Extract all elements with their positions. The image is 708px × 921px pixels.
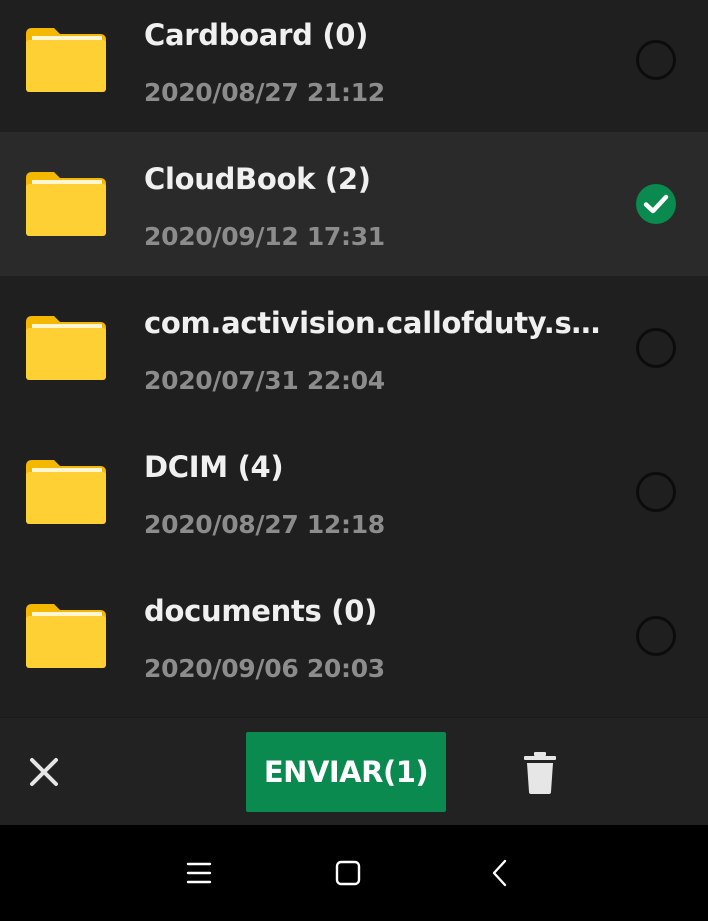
system-nav-bar xyxy=(0,825,708,921)
select-radio[interactable] xyxy=(636,616,676,656)
file-row[interactable]: documents (0) 2020/09/06 20:03 xyxy=(0,564,708,708)
file-row[interactable]: com.activision.callofduty.shoot... 2020/… xyxy=(0,276,708,420)
checked-icon[interactable] xyxy=(636,184,676,224)
folder-icon xyxy=(26,172,106,236)
back-icon[interactable] xyxy=(480,853,520,893)
folder-icon xyxy=(26,460,106,524)
home-icon[interactable] xyxy=(328,853,368,893)
file-list: Cardboard (0) 2020/08/27 21:12 CloudBook… xyxy=(0,0,708,717)
folder-name: com.activision.callofduty.shoot... xyxy=(144,306,614,340)
folder-name: DCIM (4) xyxy=(144,450,284,484)
select-radio[interactable] xyxy=(636,472,676,512)
folder-name: Cardboard (0) xyxy=(144,18,369,52)
send-button[interactable]: ENVIAR(1) xyxy=(246,732,446,812)
file-row[interactable]: Cardboard (0) 2020/08/27 21:12 xyxy=(0,0,708,132)
select-radio[interactable] xyxy=(636,40,676,80)
trash-icon[interactable] xyxy=(520,750,560,794)
file-row[interactable]: CloudBook (2) 2020/09/12 17:31 xyxy=(0,132,708,276)
folder-date: 2020/08/27 12:18 xyxy=(144,510,385,539)
folder-date: 2020/07/31 22:04 xyxy=(144,366,385,395)
folder-name: documents (0) xyxy=(144,594,378,628)
select-radio[interactable] xyxy=(636,328,676,368)
folder-name: CloudBook (2) xyxy=(144,162,371,196)
folder-date: 2020/09/12 17:31 xyxy=(144,222,385,251)
file-row[interactable]: DCIM (4) 2020/08/27 12:18 xyxy=(0,420,708,564)
folder-date: 2020/08/27 21:12 xyxy=(144,78,385,107)
file-picker-screen: Cardboard (0) 2020/08/27 21:12 CloudBook… xyxy=(0,0,708,921)
folder-date: 2020/09/06 20:03 xyxy=(144,654,385,683)
action-bar: ENVIAR(1) xyxy=(0,717,708,826)
folder-icon xyxy=(26,316,106,380)
folder-icon xyxy=(26,28,106,92)
menu-icon[interactable] xyxy=(179,853,219,893)
close-icon[interactable] xyxy=(24,752,64,792)
folder-icon xyxy=(26,604,106,668)
